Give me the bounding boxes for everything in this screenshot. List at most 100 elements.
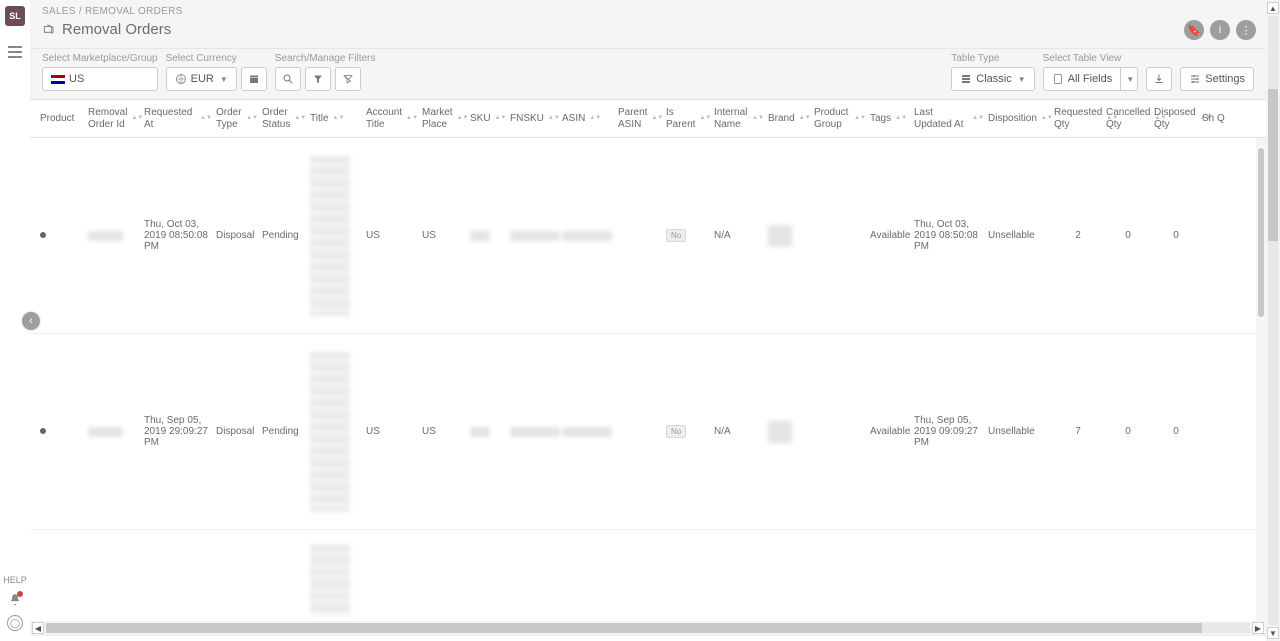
is-parent-badge: No [666, 229, 686, 242]
notifications-icon[interactable] [8, 593, 22, 607]
th-cancelled-qty[interactable]: Cancelled Qty▲▼ [1104, 103, 1152, 135]
th-requested-at[interactable]: Requested At▲▼ [142, 103, 214, 135]
table-header-row: Product Removal Order Id▲▼ Requested At▲… [30, 100, 1266, 138]
filter-button[interactable] [305, 67, 331, 91]
reset-filter-button[interactable] [335, 67, 361, 91]
info-icon[interactable]: i [1210, 20, 1230, 40]
menu-toggle-icon[interactable] [8, 46, 22, 58]
th-is-parent[interactable]: Is Parent▲▼ [664, 103, 712, 135]
search-button[interactable] [275, 67, 301, 91]
date-picker-button[interactable] [241, 67, 267, 91]
more-icon[interactable]: ⋮ [1236, 20, 1256, 40]
table-horizontal-scrollbar[interactable]: ◀ ▶ [30, 621, 1266, 635]
page-title: Removal Orders [62, 21, 171, 38]
cell-tags: Available [868, 422, 912, 441]
us-flag-icon [51, 75, 65, 84]
th-disposition[interactable]: Disposition▲▼ [986, 109, 1052, 129]
cell-requested-at: Thu, Sep 05, 2019 29:09:27 PM [142, 411, 214, 452]
cell-order-status: Pending [260, 422, 308, 441]
table-body[interactable]: Thu, Oct 03, 2019 08:50:08 PM Disposal P… [30, 138, 1266, 621]
currency-selector[interactable]: EUR ▼ [166, 67, 237, 91]
scroll-down-icon[interactable]: ▼ [1267, 627, 1279, 639]
table-row[interactable] [30, 530, 1266, 621]
th-sku[interactable]: SKU▲▼ [468, 109, 508, 129]
breadcrumb: SALES / REMOVAL ORDERS [42, 6, 1254, 17]
th-marketplace[interactable]: Market Place▲▼ [420, 103, 468, 135]
blurred-cell [510, 231, 560, 241]
blurred-cell [470, 427, 490, 437]
table-vertical-scrollbar[interactable] [1256, 138, 1266, 621]
blurred-cell [562, 427, 612, 437]
scroll-right-icon[interactable]: ▶ [1252, 622, 1264, 634]
table-view-label: Select Table View [1043, 53, 1139, 64]
cell-last-updated: Thu, Oct 03, 2019 08:50:08 PM [912, 215, 986, 256]
account-icon[interactable]: ◯ [7, 615, 23, 631]
blurred-cell [310, 156, 350, 316]
cell-account-title: US [364, 226, 420, 245]
scroll-up-icon[interactable]: ▲ [1267, 2, 1279, 14]
blurred-cell [768, 421, 792, 443]
download-button[interactable] [1146, 67, 1172, 91]
cell-order-status: Pending [260, 226, 308, 245]
table-type-label: Table Type [951, 53, 1034, 64]
th-asin[interactable]: ASIN▲▼ [560, 109, 616, 129]
blurred-cell [510, 427, 560, 437]
th-fnsku[interactable]: FNSKU▲▼ [508, 109, 560, 129]
cell-disposition: Unsellable [986, 226, 1052, 245]
th-brand[interactable]: Brand▲▼ [766, 109, 812, 129]
breadcrumb-current: REMOVAL ORDERS [85, 6, 183, 17]
th-order-type[interactable]: Order Type▲▼ [214, 103, 260, 135]
blurred-cell [88, 427, 123, 437]
scroll-left-icon[interactable]: ◀ [32, 622, 44, 634]
cell-order-type: Disposal [214, 422, 260, 441]
th-product[interactable]: Product [38, 109, 86, 129]
app-logo[interactable]: SL [5, 6, 25, 26]
cell-internal-name: N/A [712, 422, 766, 441]
toolbar: Select Marketplace/Group US Select Curre… [30, 49, 1266, 100]
table-view-selector[interactable]: All Fields [1043, 67, 1121, 91]
cell-last-updated: Thu, Sep 05, 2019 09:09:27 PM [912, 411, 986, 452]
product-dot-icon [40, 232, 46, 238]
th-last-updated[interactable]: Last Updated At▲▼ [912, 103, 986, 135]
marketplace-selector-label: Select Marketplace/Group [42, 53, 158, 64]
th-title[interactable]: Title▲▼ [308, 109, 364, 129]
table-row[interactable]: Thu, Oct 03, 2019 08:50:08 PM Disposal P… [30, 138, 1266, 334]
cell-disposed-qty: 0 [1152, 226, 1200, 245]
th-removal-order-id[interactable]: Removal Order Id▲▼ [86, 103, 142, 135]
is-parent-badge: No [666, 425, 686, 438]
blurred-cell [310, 545, 350, 615]
th-disposed-qty[interactable]: Disposed Qty▲▼ [1152, 103, 1200, 135]
th-tags[interactable]: Tags▲▼ [868, 109, 912, 129]
bookmark-icon[interactable]: 🔖 [1184, 20, 1204, 40]
cell-internal-name: N/A [712, 226, 766, 245]
help-label[interactable]: HELP [3, 575, 27, 585]
th-account-title[interactable]: Account Title▲▼ [364, 103, 420, 135]
cell-requested-at: Thu, Oct 03, 2019 08:50:08 PM [142, 215, 214, 256]
cell-cancelled-qty: 0 [1104, 226, 1152, 245]
table-view-dropdown[interactable]: ▼ [1120, 67, 1138, 91]
breadcrumb-parent[interactable]: SALES [42, 6, 76, 17]
blurred-cell [562, 231, 612, 241]
table-type-selector[interactable]: Classic ▼ [951, 67, 1034, 91]
product-dot-icon [40, 428, 46, 434]
th-internal-name[interactable]: Internal Name▲▼ [712, 103, 766, 135]
th-order-status[interactable]: Order Status▲▼ [260, 103, 308, 135]
th-parent-asin[interactable]: Parent ASIN▲▼ [616, 103, 664, 135]
cell-order-type: Disposal [214, 226, 260, 245]
cell-marketplace: US [420, 422, 468, 441]
cell-disposition: Unsellable [986, 422, 1052, 441]
filters-label: Search/Manage Filters [275, 53, 376, 64]
window-vertical-scrollbar[interactable]: ▲ ▼ [1266, 0, 1280, 641]
blurred-cell [88, 231, 123, 241]
table-row[interactable]: Thu, Sep 05, 2019 29:09:27 PM Disposal P… [30, 334, 1266, 530]
sidebar-collapse-icon[interactable]: ‹ [22, 312, 40, 330]
th-requested-qty[interactable]: Requested Qty▲▼ [1052, 103, 1104, 135]
th-product-group[interactable]: Product Group▲▼ [812, 103, 868, 135]
th-shipped-qty[interactable]: Sh Q [1200, 109, 1230, 129]
marketplace-selector[interactable]: US [42, 67, 158, 91]
cell-requested-qty: 7 [1052, 422, 1104, 441]
cell-requested-qty: 2 [1052, 226, 1104, 245]
settings-button[interactable]: Settings [1180, 67, 1254, 91]
cell-cancelled-qty: 0 [1104, 422, 1152, 441]
currency-selector-label: Select Currency [166, 53, 267, 64]
